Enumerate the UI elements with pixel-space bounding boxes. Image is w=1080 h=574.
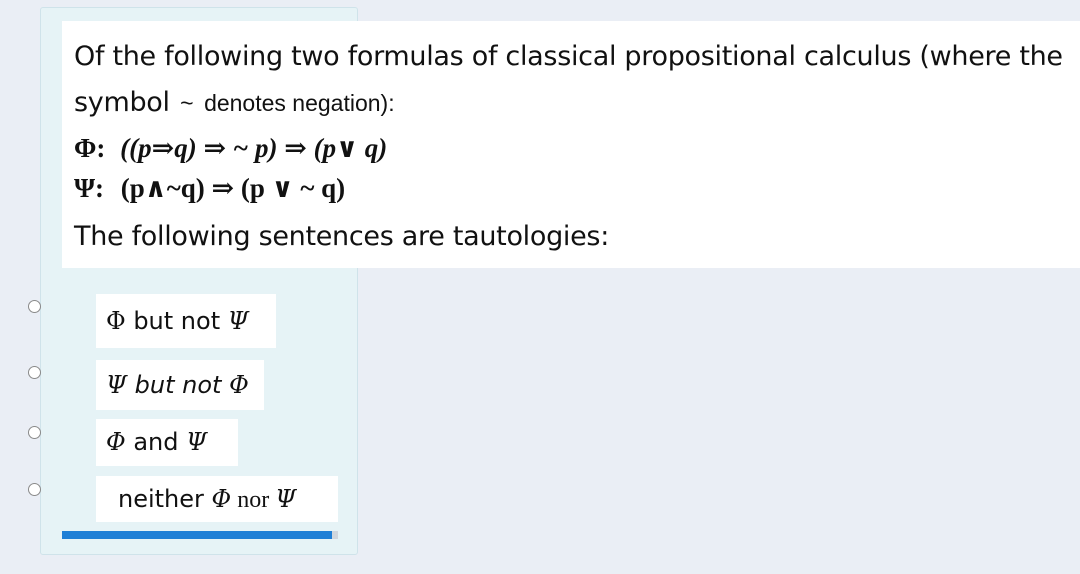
phi-formula-line: Φ: ((p⇒q) ⇒ ~ p) ⇒ (p∨ q) xyxy=(74,133,387,164)
progress-bar-fill xyxy=(62,531,333,539)
option-1-text: but not xyxy=(125,307,228,335)
question-line-2: symbol ~ denotes negation): xyxy=(74,87,395,118)
question-symbol-word: symbol xyxy=(74,87,170,118)
phi-symbol: Φ xyxy=(229,371,249,399)
psi-symbol: Ψ xyxy=(227,307,249,335)
option-4-prefix: neither xyxy=(118,485,212,513)
tilde-symbol: ~ xyxy=(180,90,194,116)
psi-formula: (p∧~q) ⇒ (p ∨ ~ q) xyxy=(120,173,346,203)
option-3-radio[interactable] xyxy=(28,426,41,439)
psi-formula-line: Ψ: (p∧~q) ⇒ (p ∨ ~ q) xyxy=(74,173,345,204)
option-2-radio[interactable] xyxy=(28,366,41,379)
psi-symbol: Ψ xyxy=(106,371,128,399)
question-box: Of the following two formulas of classic… xyxy=(62,21,1080,268)
question-negation-text: denotes negation): xyxy=(204,90,395,116)
phi-label: Φ: xyxy=(74,133,106,163)
psi-symbol: Ψ xyxy=(186,428,208,456)
option-3-text: and xyxy=(125,428,187,456)
phi-symbol: Φ xyxy=(106,428,126,456)
option-4-text: nor xyxy=(231,487,276,513)
question-line-1: Of the following two formulas of classic… xyxy=(74,41,1063,72)
option-1-label[interactable]: Φ but not Ψ xyxy=(96,294,276,348)
option-4-label[interactable]: neither Φ nor Ψ xyxy=(96,476,338,522)
option-1-radio[interactable] xyxy=(28,300,41,313)
option-3-label[interactable]: Φ and Ψ xyxy=(96,419,238,466)
page: Of the following two formulas of classic… xyxy=(0,0,1080,574)
progress-bar xyxy=(62,531,338,539)
phi-symbol: Φ xyxy=(106,307,126,335)
phi-formula: ((p⇒q) ⇒ ~ p) ⇒ (p∨ q) xyxy=(120,133,388,163)
phi-symbol: Φ xyxy=(211,485,232,513)
psi-symbol: Ψ xyxy=(275,485,297,513)
option-4-radio[interactable] xyxy=(28,483,41,496)
option-2-text: but not xyxy=(127,371,230,399)
question-prompt: The following sentences are tautologies: xyxy=(74,221,610,252)
option-2-label[interactable]: Ψ but not Φ xyxy=(96,360,264,410)
psi-label: Ψ: xyxy=(74,173,105,203)
